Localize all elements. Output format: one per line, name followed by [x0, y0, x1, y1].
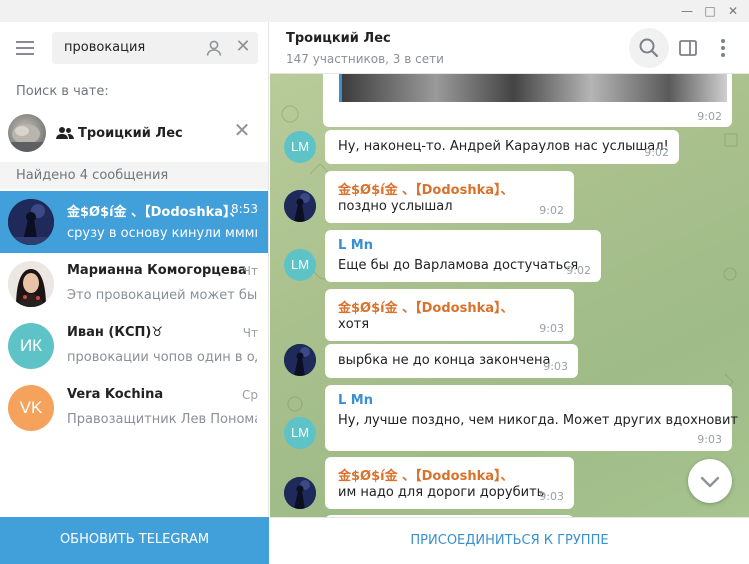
search-from-user-icon[interactable] [204, 38, 224, 58]
result-date: 8:53 [231, 202, 258, 216]
group-icon [56, 127, 74, 139]
message-time: 9:03 [697, 433, 722, 446]
join-group-button[interactable]: ПРИСОЕДИНИТЬСЯ К ГРУППЕ [270, 517, 749, 564]
message-bubble[interactable]: L Mn Еще бы до Варламова достучаться 9:0… [325, 230, 601, 282]
sender-avatar[interactable]: LM [284, 131, 316, 163]
sender-name[interactable]: L Mn [338, 393, 373, 408]
sender-avatar[interactable] [284, 344, 316, 376]
search-chat-name: Троицкий Лес [78, 126, 183, 141]
search-result-item[interactable]: VK Vera Kochina Ср Правозащитник Лев Пон… [0, 377, 268, 439]
update-telegram-label: ОБНОВИТЬ TELEGRAM [59, 532, 210, 547]
result-name: Марианна Комогорцева [67, 263, 247, 278]
message-time: 9:03 [543, 360, 568, 373]
search-clear-icon[interactable]: ✕ [233, 37, 253, 57]
message-text: хотя [338, 317, 370, 332]
message-bubble[interactable]: 金$Ø$í金 、【Dodoshka】、 им надо для дороги д… [325, 457, 574, 509]
close-window-button[interactable]: ✕ [722, 1, 744, 21]
more-menu-icon[interactable] [714, 36, 732, 60]
message-time: 9:02 [644, 146, 669, 159]
window-titlebar: — □ ✕ [0, 0, 749, 22]
message-text: Ну, лучше поздно, чем никогда. Может дру… [338, 413, 738, 428]
search-result-item[interactable]: Марианна Комогорцева Чт Это провокацией … [0, 253, 268, 315]
sidebar-toggle-icon[interactable] [678, 38, 698, 58]
join-group-label: ПРИСОЕДИНИТЬСЯ К ГРУППЕ [410, 533, 609, 548]
update-telegram-button[interactable]: ОБНОВИТЬ TELEGRAM [0, 517, 269, 564]
scroll-down-button[interactable] [688, 459, 732, 503]
sender-name[interactable]: 金$Ø$í金 、【Dodoshka】、 [338, 297, 514, 316]
message-list[interactable]: 9:02 LM Ну, наконец-то. Андрей Караулов … [270, 74, 749, 517]
message-text: вырбка не до конца закончена [338, 353, 551, 368]
message-time: 9:02 [697, 110, 722, 123]
image-message[interactable]: 9:02 [323, 74, 732, 127]
message-text: Еще бы до Варламова достучаться [338, 258, 579, 273]
result-message: провокации чопов один в од... [67, 350, 257, 365]
message-time: 9:02 [539, 204, 564, 217]
sender-name[interactable]: L Mn [338, 238, 373, 253]
message-text: им надо для дороги дорубить [338, 485, 545, 500]
chevron-down-icon [700, 476, 720, 488]
results-header: Найдено 4 сообщения [0, 162, 268, 189]
message-text: Ну, наконец-то. Андрей Караулов нас услы… [338, 139, 669, 154]
avatar [8, 199, 54, 245]
sender-avatar[interactable]: LM [284, 417, 316, 449]
sidebar: провокация ✕ Поиск в чате: Троицкий Лес … [0, 22, 269, 564]
message-bubble[interactable]: Ну, наконец-то. Андрей Караулов нас услы… [325, 130, 679, 164]
results-count: Найдено 4 сообщения [16, 168, 169, 183]
message-time: 9:03 [539, 490, 564, 503]
hamburger-menu-icon[interactable] [14, 40, 36, 56]
result-date: Чт [242, 264, 258, 278]
message-text: поздно услышал [338, 199, 453, 214]
search-input[interactable]: провокация ✕ [52, 32, 258, 64]
chat-header[interactable]: Троицкий Лес 147 участников, 3 в сети [270, 22, 749, 74]
message-time: 9:03 [539, 322, 564, 335]
result-message: срузу в основу кинули мммм... [67, 226, 257, 241]
avatar: ИК [8, 323, 54, 369]
chat-subtitle: 147 участников, 3 в сети [286, 52, 444, 66]
avatar: VK [8, 385, 54, 431]
cancel-chat-search-icon[interactable]: ✕ [232, 120, 252, 140]
photo[interactable] [339, 74, 727, 102]
minimize-button[interactable]: — [676, 1, 698, 21]
result-date: Чт [242, 326, 258, 340]
chat-avatar [8, 114, 46, 152]
result-name: 金$Ø$í金 、【Dodoshka】、 [67, 205, 243, 220]
sender-avatar[interactable] [284, 477, 316, 509]
search-input-value[interactable]: провокация [64, 40, 145, 55]
sender-avatar[interactable] [284, 190, 316, 222]
search-in-chat-label: Поиск в чате: [16, 84, 109, 99]
chat-title[interactable]: Троицкий Лес [286, 31, 391, 46]
result-name: Vera Kochina [67, 387, 164, 402]
result-name: Иван (КСП)♉ [67, 325, 163, 340]
reply-marker [339, 74, 342, 102]
result-message: Это провокацией может быть [67, 288, 257, 303]
result-message: Правозащитник Лев Пономар... [67, 412, 257, 427]
message-bubble[interactable]: 金$Ø$í金 、【Dodoshka】、 поздно услышал 9:02 [325, 171, 574, 223]
search-result-item[interactable]: 金$Ø$í金 、【Dodoshka】、 8:53 срузу в основу … [0, 191, 268, 253]
maximize-button[interactable]: □ [699, 1, 721, 21]
search-in-chat-row[interactable]: Троицкий Лес ✕ [0, 104, 268, 160]
avatar [8, 261, 54, 307]
message-time: 9:02 [566, 264, 591, 277]
search-result-item[interactable]: ИК Иван (КСП)♉ Чт провокации чопов один … [0, 315, 268, 377]
sender-avatar[interactable]: LM [284, 249, 316, 281]
result-date: Ср [242, 388, 258, 402]
message-bubble[interactable]: 金$Ø$í金 、【Dodoshka】、 хотя 9:03 [325, 289, 574, 341]
message-bubble[interactable]: L Mn Ну, лучше поздно, чем никогда. Може… [325, 385, 738, 451]
search-icon[interactable] [629, 28, 669, 68]
chat-panel: Троицкий Лес 147 участников, 3 в сети 9:… [270, 22, 749, 564]
sender-name[interactable]: 金$Ø$í金 、【Dodoshka】、 [338, 179, 514, 198]
sender-name[interactable]: 金$Ø$í金 、【Dodoshka】、 [338, 465, 514, 484]
message-bubble[interactable]: вырбка не до конца закончена 9:03 [325, 344, 578, 378]
